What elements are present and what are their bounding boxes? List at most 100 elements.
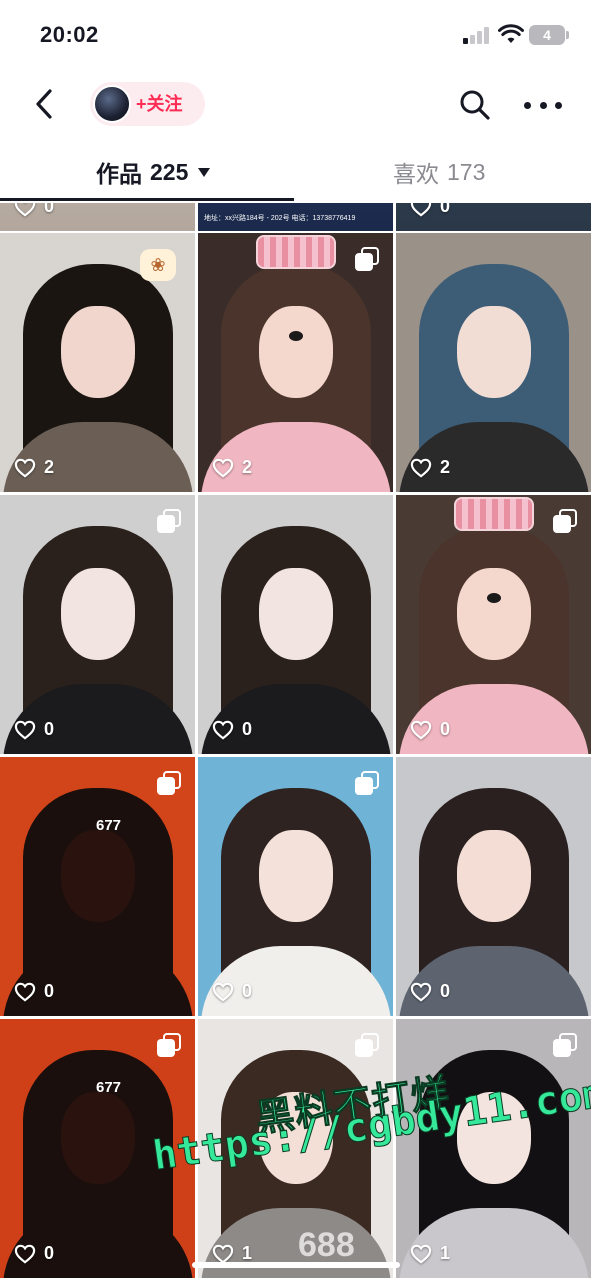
dot-icon <box>539 101 547 109</box>
watermark-number: 688 <box>298 1226 355 1264</box>
tab-likes[interactable]: 喜欢 173 <box>393 148 485 196</box>
tab-likes-count: 173 <box>447 158 486 185</box>
bear-ears-sticker <box>453 497 534 531</box>
like-count: 2 <box>14 457 54 478</box>
thumbnail-face <box>456 567 531 660</box>
like-count: 2 <box>410 457 450 478</box>
multi-image-icon <box>355 1033 379 1057</box>
video-thumbnail[interactable]: 0 <box>396 757 591 1016</box>
back-button[interactable] <box>26 84 62 124</box>
thumbnail-face <box>258 567 333 660</box>
avatar[interactable] <box>93 85 131 123</box>
video-thumbnail[interactable]: 1 <box>198 1019 393 1278</box>
home-indicator <box>192 1262 400 1268</box>
content-tabs: 作品 225 喜欢 173 <box>0 148 591 202</box>
multi-image-icon <box>157 509 181 533</box>
overlay-number: 677 <box>96 1079 122 1096</box>
thumbnail-face <box>258 305 333 398</box>
tab-works-count: 225 <box>150 158 189 185</box>
thumbnail-face <box>60 567 135 660</box>
heart-icon <box>212 720 234 740</box>
heart-icon <box>410 720 432 740</box>
like-count: 1 <box>212 1243 252 1264</box>
like-count-value: 0 <box>242 719 253 739</box>
video-thumbnail[interactable]: 1 <box>396 1019 591 1278</box>
video-thumbnail[interactable]: 677 0 <box>0 757 195 1016</box>
video-thumbnail[interactable]: 677 0 <box>0 1019 195 1278</box>
heart-icon <box>14 203 36 217</box>
like-count: 1 <box>410 1243 450 1264</box>
multi-image-icon <box>157 771 181 795</box>
more-options-button[interactable] <box>524 88 562 122</box>
multi-image-icon <box>157 1033 181 1057</box>
tab-likes-label: 喜欢 <box>393 161 439 187</box>
tab-works-label: 作品 <box>96 161 142 187</box>
grid-row-partial: 0 地址：xx兴路184号 - 202号 电话：13738776419 0 <box>0 203 591 231</box>
wifi-icon <box>498 24 524 43</box>
video-thumbnail[interactable]: 2 <box>198 233 393 492</box>
thumbnail-face <box>60 829 135 922</box>
heart-icon <box>212 458 234 478</box>
heart-icon <box>410 203 432 217</box>
like-count: 0 <box>410 719 450 740</box>
status-time: 20:02 <box>40 22 99 47</box>
thumbnail-face <box>456 305 531 398</box>
cellular-signal-icon <box>463 26 491 44</box>
video-thumbnail[interactable]: 0 <box>0 203 195 231</box>
like-count: 0 <box>410 203 450 217</box>
heart-icon <box>14 1244 36 1264</box>
like-count-value: 0 <box>440 203 451 216</box>
caret-down-icon[interactable] <box>198 167 211 177</box>
like-count-value: 1 <box>242 1243 253 1263</box>
battery-icon: 4 <box>529 25 569 45</box>
video-thumbnail[interactable]: 地址：xx兴路184号 - 202号 电话：13738776419 <box>198 203 393 231</box>
thumbnail-face <box>456 829 531 922</box>
thumbnail-face <box>60 305 135 398</box>
video-thumbnail[interactable]: 0 <box>198 757 393 1016</box>
profile-header: +关注 <box>0 72 591 138</box>
heart-icon <box>14 720 36 740</box>
overlay-number: 677 <box>96 817 122 834</box>
video-thumbnail[interactable]: ❀ 2 <box>0 233 195 492</box>
like-count: 0 <box>14 1243 54 1264</box>
chevron-left-icon <box>36 89 52 119</box>
video-thumbnail[interactable]: 0 <box>396 203 591 231</box>
bear-ears-sticker <box>255 235 336 269</box>
like-count-value: 0 <box>44 1243 55 1263</box>
multi-image-icon <box>355 771 379 795</box>
thumbnail-face <box>258 829 333 922</box>
like-count-value: 2 <box>242 457 253 477</box>
follow-button[interactable]: +关注 <box>90 82 205 126</box>
status-bar: 20:02 4 <box>0 0 591 70</box>
tab-works[interactable]: 作品 225 <box>96 148 211 196</box>
like-count-value: 2 <box>440 457 451 477</box>
like-count-value: 1 <box>440 1243 451 1263</box>
like-count: 2 <box>212 457 252 478</box>
like-count-value: 0 <box>44 981 55 1001</box>
search-icon[interactable] <box>458 88 492 122</box>
multi-image-icon <box>553 509 577 533</box>
video-thumbnail[interactable]: 0 <box>198 495 393 754</box>
heart-icon <box>14 982 36 1002</box>
heart-icon <box>410 458 432 478</box>
thumbnail-face <box>258 1091 333 1184</box>
heart-icon <box>410 1244 432 1264</box>
heart-icon <box>14 458 36 478</box>
multi-image-icon <box>553 1033 577 1057</box>
caption-text: 地址：xx兴路184号 - 202号 电话：13738776419 <box>204 215 356 222</box>
multi-image-icon <box>355 247 379 271</box>
like-count: 0 <box>14 981 54 1002</box>
teddy-bear-sticker-icon: ❀ <box>140 249 176 281</box>
battery-level: 4 <box>529 25 565 45</box>
heart-icon <box>212 982 234 1002</box>
like-count: 0 <box>212 981 252 1002</box>
like-count: 0 <box>14 719 54 740</box>
video-thumbnail[interactable]: 0 <box>396 495 591 754</box>
like-count-value: 0 <box>440 719 451 739</box>
like-count: 0 <box>410 981 450 1002</box>
like-count-value: 0 <box>440 981 451 1001</box>
video-thumbnail[interactable]: 0 <box>0 495 195 754</box>
video-thumbnail[interactable]: 2 <box>396 233 591 492</box>
like-count-value: 0 <box>242 981 253 1001</box>
dot-icon <box>555 101 562 109</box>
